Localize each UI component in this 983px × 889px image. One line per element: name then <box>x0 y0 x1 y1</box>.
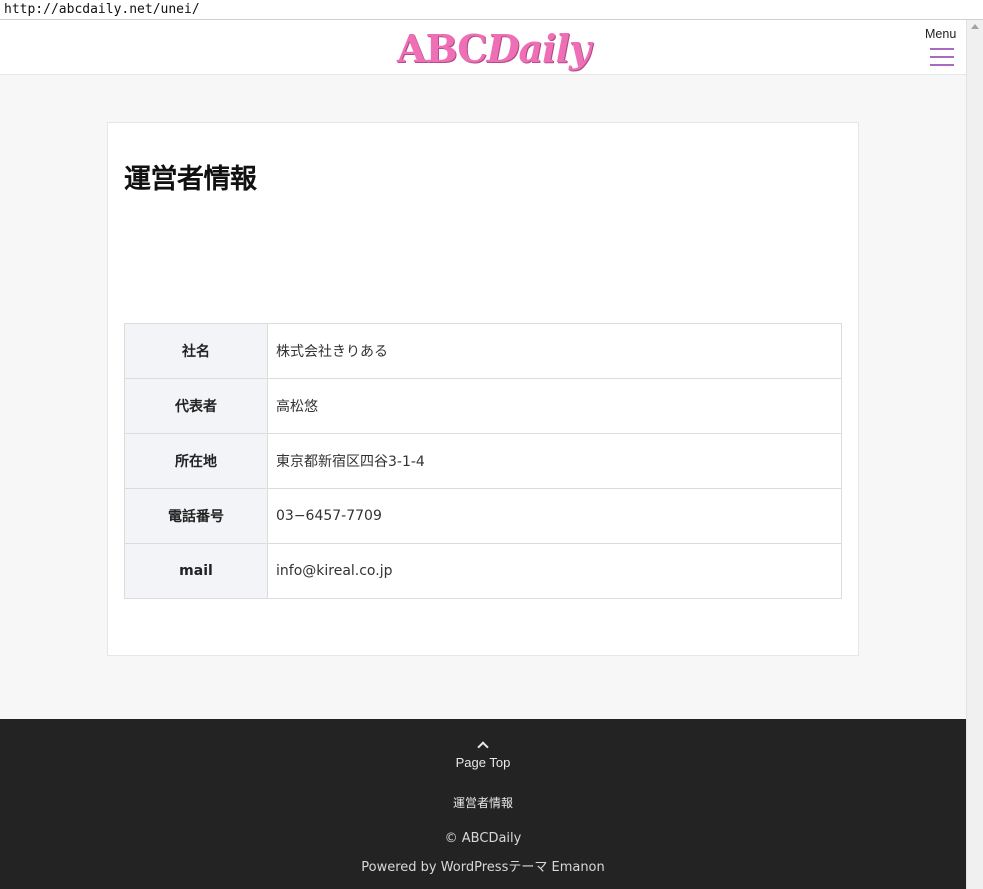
copyright-text: © ABCDaily <box>444 831 522 846</box>
row-label-mail: mail <box>124 543 268 599</box>
row-label-company: 社名 <box>124 323 268 379</box>
site-header: ABCDaily Menu <box>0 20 966 75</box>
page-viewport: ABCDaily Menu 運営者情報 社名 株式会社きりある 代表者 高松悠 … <box>0 20 966 889</box>
table-row: 所在地 東京都新宿区四谷3-1-4 <box>124 433 842 489</box>
row-value-address: 東京都新宿区四谷3-1-4 <box>267 433 842 489</box>
menu-label: Menu <box>925 27 957 41</box>
chevron-up-icon <box>477 741 489 753</box>
row-value-mail: info@kireal.co.jp <box>267 543 842 599</box>
row-label-address: 所在地 <box>124 433 268 489</box>
site-logo[interactable]: ABCDaily <box>397 26 592 71</box>
table-row: 代表者 高松悠 <box>124 378 842 434</box>
vertical-scrollbar[interactable] <box>966 20 983 889</box>
row-value-company: 株式会社きりある <box>267 323 842 379</box>
page-title: 運営者情報 <box>124 164 257 195</box>
site-footer: Page Top 運営者情報 © ABCDaily Powered by Wor… <box>0 719 966 889</box>
table-row: 社名 株式会社きりある <box>124 323 842 379</box>
logo-text-abc: ABC <box>397 26 488 71</box>
page-top-label: Page Top <box>455 755 511 770</box>
company-info-table: 社名 株式会社きりある 代表者 高松悠 所在地 東京都新宿区四谷3-1-4 電話… <box>124 323 842 599</box>
hamburger-icon <box>930 48 954 66</box>
address-bar-url[interactable]: http://abcdaily.net/unei/ <box>4 2 200 17</box>
footer-link-operator-info[interactable]: 運営者情報 <box>383 794 583 811</box>
table-row: mail info@kireal.co.jp <box>124 543 842 599</box>
table-row: 電話番号 03−6457-7709 <box>124 488 842 544</box>
row-value-phone: 03−6457-7709 <box>267 488 842 544</box>
row-label-phone: 電話番号 <box>124 488 268 544</box>
logo-text-daily: Daily <box>486 26 592 71</box>
powered-by-text: Powered by WordPressテーマ Emanon <box>361 860 605 875</box>
address-bar[interactable]: http://abcdaily.net/unei/ <box>0 0 983 20</box>
content-card: 運営者情報 社名 株式会社きりある 代表者 高松悠 所在地 東京都新宿区四谷3-… <box>107 122 859 656</box>
row-label-representative: 代表者 <box>124 378 268 434</box>
scroll-up-arrow-icon[interactable] <box>971 24 979 29</box>
page-top-button[interactable]: Page Top <box>433 735 533 771</box>
row-value-representative: 高松悠 <box>267 378 842 434</box>
menu-button[interactable]: Menu <box>922 26 962 70</box>
